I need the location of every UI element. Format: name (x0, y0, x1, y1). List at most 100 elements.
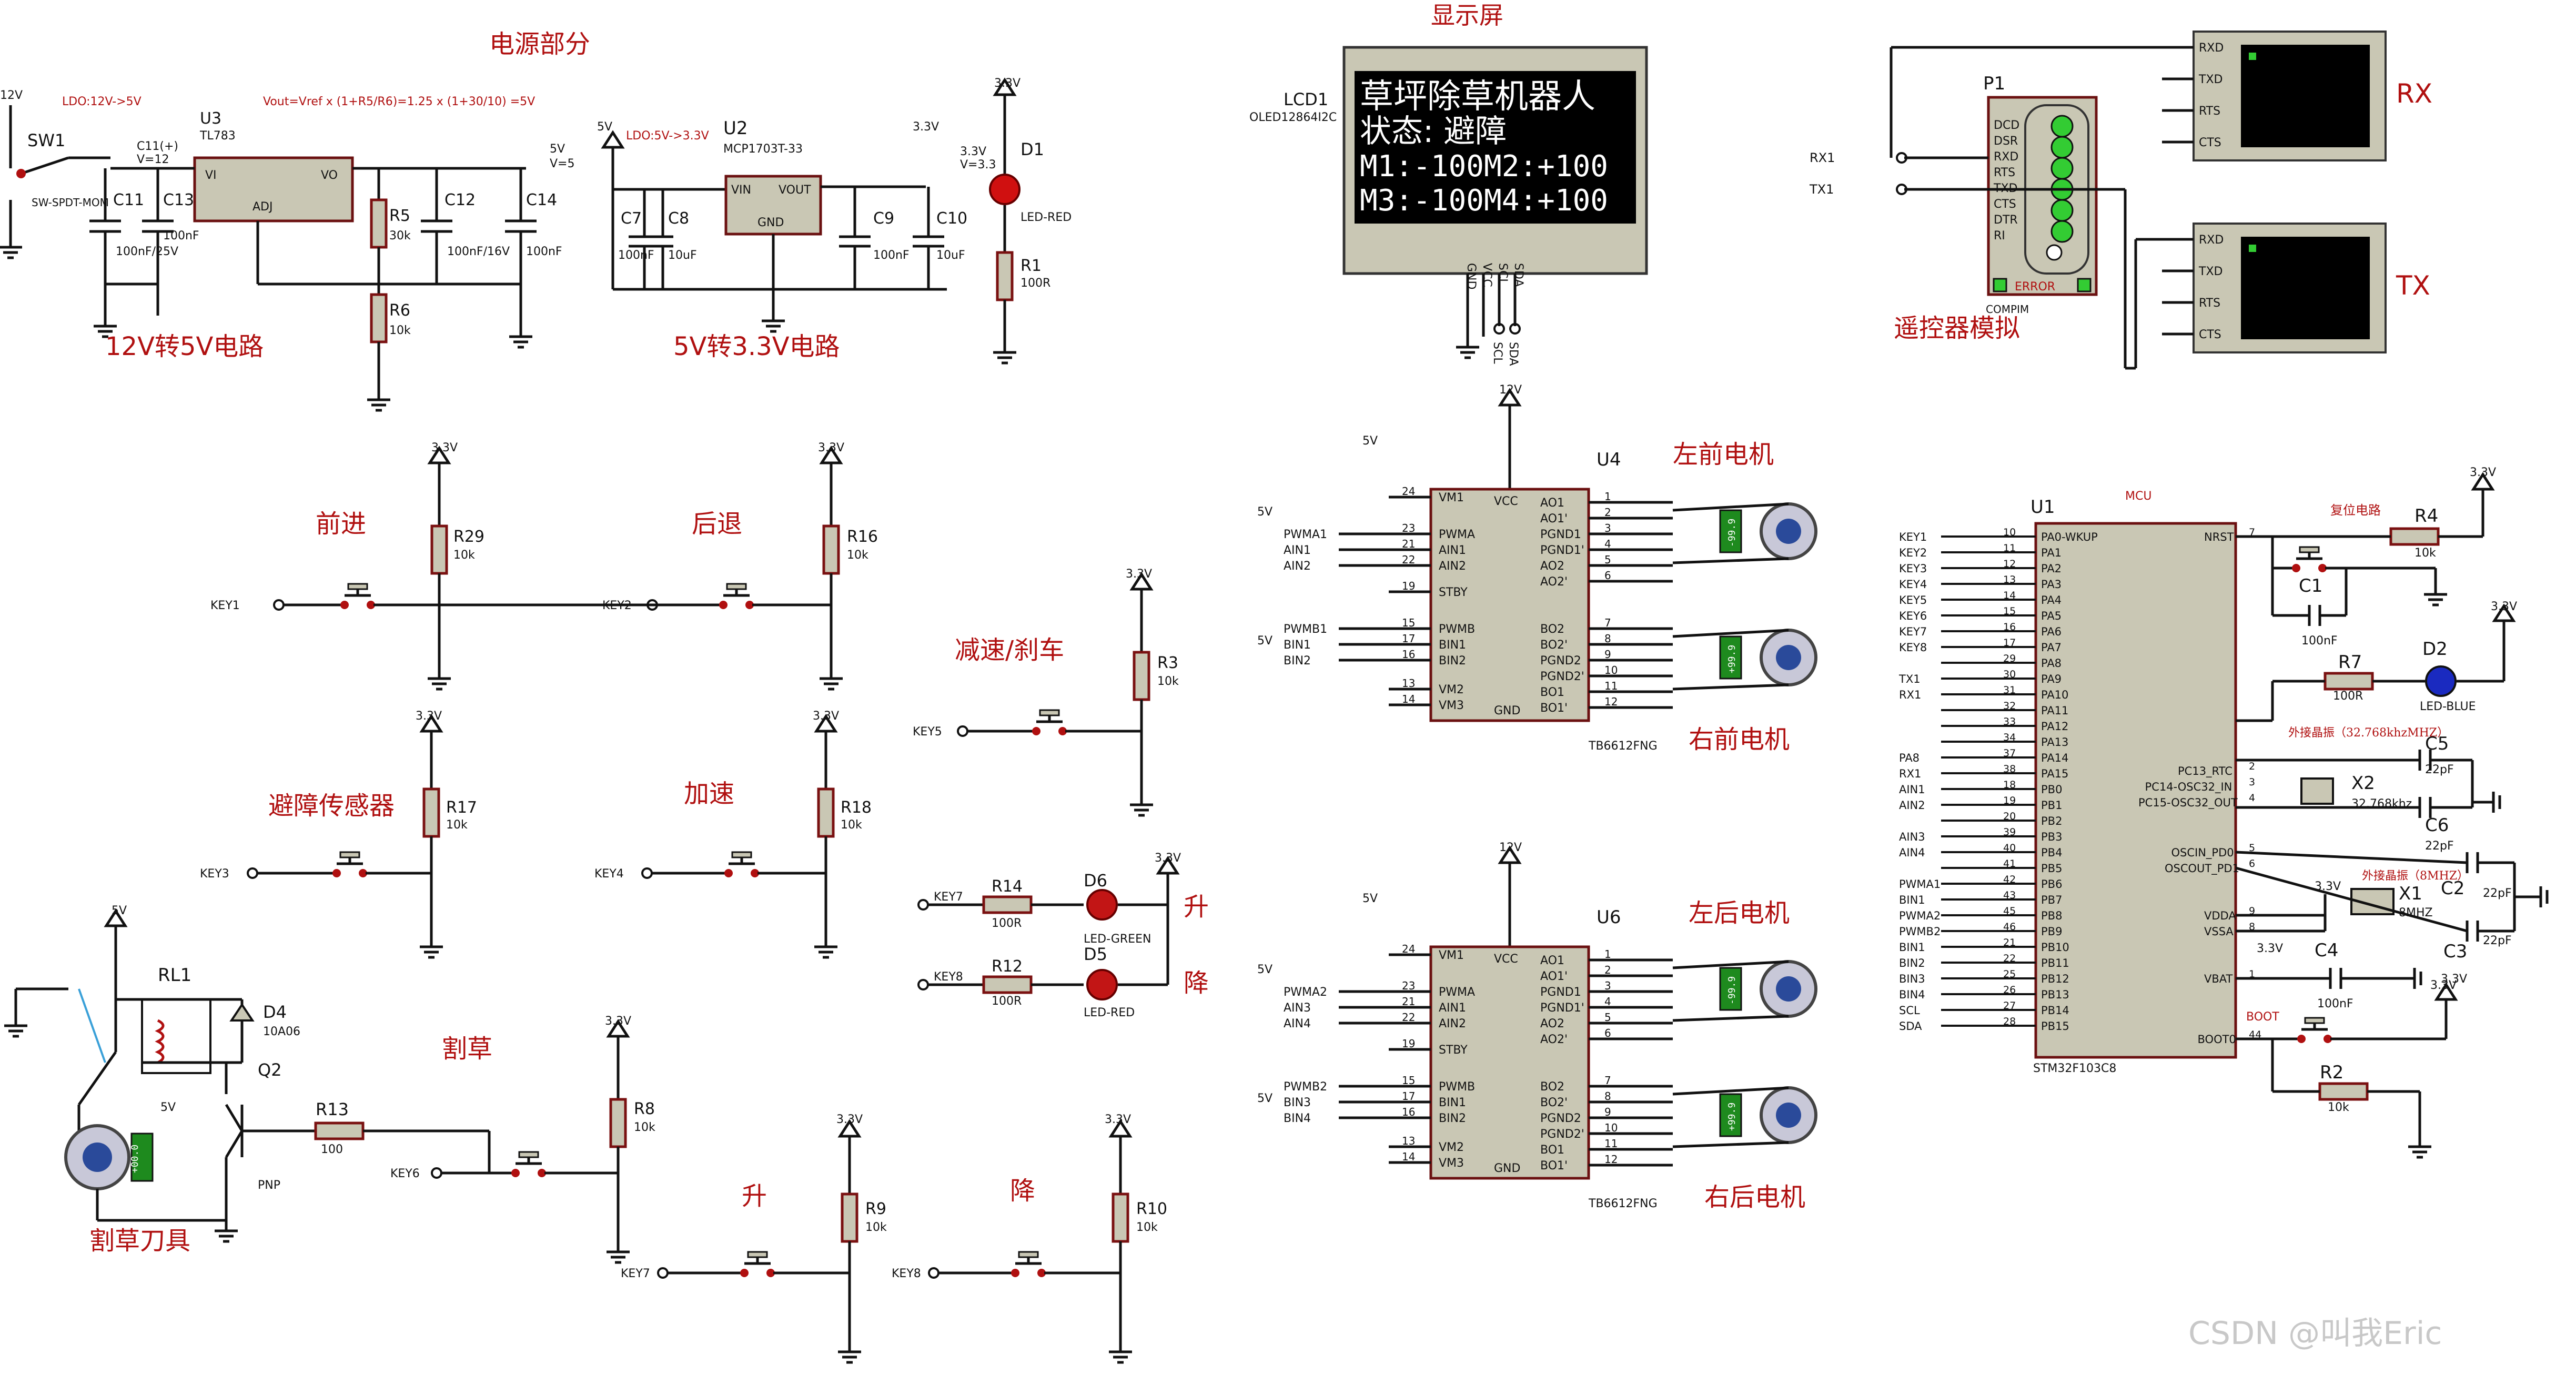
label-lower: 降 (1010, 1176, 1035, 1206)
c12-ref: C12 (445, 191, 476, 209)
key3-button[interactable] (313, 852, 387, 877)
u6-pinnum: 2 (1604, 964, 1611, 976)
c12-val: 100nF/16V (447, 245, 510, 258)
u6-pinnum: 16 (1402, 1106, 1415, 1118)
u4-v5: 5V (1257, 505, 1272, 519)
c14-ref: C14 (526, 191, 557, 209)
mcu-pinnum: 3 (2249, 776, 2255, 788)
v5-label-2: 5V (597, 120, 612, 134)
u3-ref: U3 (200, 109, 221, 128)
ldo-label-5v: LDO:5V->3.3V (626, 129, 709, 143)
q2-type: PNP (258, 1179, 280, 1192)
key6-button[interactable] (492, 1152, 565, 1177)
u6-pin-pgnd2: PGND2 (1540, 1112, 1581, 1125)
schematic-svg: 电源部分 LDO:12V->5V Vout=Vref x (1+R5/R6)=1… (0, 1, 2549, 1375)
c4-val: 100nF (2317, 997, 2353, 1010)
r18-val: 10k (841, 818, 862, 832)
mcu-net-ain1: AIN1 (1899, 783, 1925, 796)
sw1-lever[interactable] (21, 156, 69, 175)
u6-pinnum: 9 (1604, 1106, 1611, 1118)
compim-dsr: DSR (1994, 135, 2018, 148)
u3-vo: VO (321, 169, 338, 182)
u6-pinnum: 21 (1402, 995, 1415, 1008)
u4-pinnum: 24 (1402, 485, 1415, 498)
u4-v5c: 5V (1362, 434, 1378, 448)
mcu-net-key6: KEY6 (1899, 610, 1927, 622)
u3-part: TL783 (199, 129, 236, 143)
mcu-part: STM32F103C8 (2033, 1062, 2116, 1075)
u4-pinnum: 21 (1402, 538, 1415, 550)
u4-pin-ao2: AO2 (1540, 560, 1564, 573)
c14-val: 100nF (526, 245, 562, 258)
mcu-net-pwmb2: PWMB2 (1899, 925, 1941, 938)
mcu-net-rx1: RX1 (1899, 689, 1921, 701)
u6-pinnum: 6 (1604, 1027, 1611, 1039)
c6-val: 22pF (2425, 840, 2454, 853)
boot-button[interactable] (2278, 1018, 2351, 1043)
mcu-pin-pb15: PB15 (2041, 1020, 2069, 1033)
label-left-rear: 左后电机 (1689, 898, 1790, 928)
u4-pinnum: 3 (1604, 522, 1611, 534)
key2-button[interactable] (700, 584, 773, 609)
mcu-pin-pc14-osc32_in: PC14-OSC32_IN (2145, 781, 2232, 794)
mcu-pin-pb11: PB11 (2041, 957, 2069, 969)
watermark: CSDN @叫我Eric (2188, 1315, 2442, 1352)
u4-net-ain1: AIN1 (1284, 544, 1311, 557)
mcu-pin-pb1: PB1 (2041, 799, 2062, 812)
u6-pinnum: 17 (1402, 1090, 1415, 1103)
r17-resistor (424, 789, 439, 836)
rx-term-cts: CTS (2199, 136, 2221, 149)
u6-pinnum: 4 (1604, 995, 1611, 1008)
u6-pinnum: 19 (1402, 1037, 1415, 1050)
u6-pinnum: 15 (1402, 1074, 1415, 1087)
u4-net-ain2: AIN2 (1284, 560, 1311, 573)
u4-v5b: 5V (1257, 634, 1272, 648)
x1-ref: X1 (2399, 883, 2422, 904)
mcu-pin-oscin_pd0: OSCIN_PD0 (2171, 846, 2234, 860)
u4-pinnum: 4 (1604, 538, 1611, 550)
label-obstacle: 避障传感器 (268, 791, 395, 821)
mcu-pin-pb13: PB13 (2041, 988, 2069, 1001)
mcu-pinnum: 2 (2249, 761, 2255, 772)
relay-contact (78, 988, 106, 1063)
compim-dcd: DCD (1994, 119, 2019, 132)
r3-resistor (1134, 652, 1149, 700)
u2-ref: U2 (723, 118, 748, 139)
cutter-motor-value: +00.0 (129, 1145, 140, 1173)
key7-button[interactable] (721, 1252, 794, 1277)
u4-pinnum: 13 (1402, 677, 1415, 690)
u6-net-bin4: BIN4 (1284, 1112, 1311, 1125)
mcu-title: MCU (2125, 490, 2151, 503)
mcu-net-sda: SDA (1899, 1020, 1922, 1033)
u4-pin-stby: STBY (1439, 586, 1468, 599)
u4-pinnum: 2 (1604, 506, 1611, 519)
u4-net-pwma1: PWMA1 (1284, 528, 1327, 541)
mcu-pin-pa4: PA4 (2041, 594, 2062, 606)
u4-pin-ao1: AO1 (1540, 497, 1564, 510)
r12-val: 100R (992, 995, 1022, 1008)
mcu-pin-pb6: PB6 (2041, 878, 2062, 891)
r10-resistor (1113, 1194, 1128, 1241)
key4-button[interactable] (705, 852, 779, 877)
u6-pinnum: 11 (1604, 1137, 1618, 1150)
mcu-pin-oscout_pd1: OSCOUT_PD1 (2165, 862, 2239, 875)
mcu-pin-pa2: PA2 (2041, 562, 2062, 575)
reset-button[interactable] (2272, 547, 2346, 572)
key5-button[interactable] (1013, 710, 1086, 735)
u6-ref: U6 (1597, 907, 1621, 928)
compim-ri: RI (1994, 229, 2005, 242)
key1-button[interactable] (321, 584, 395, 609)
u4-pinnum: 6 (1604, 569, 1611, 582)
oled-line-1: 草坪除草机器人 (1360, 77, 1595, 116)
mcu-pin-pa11: PA11 (2041, 704, 2068, 717)
mcu-net-ain2: AIN2 (1899, 799, 1925, 812)
display-section-title: 显示屏 (1431, 1, 1503, 29)
label-right-front: 右前电机 (1689, 725, 1790, 754)
mcu-pin-pa10: PA10 (2041, 689, 2068, 701)
vbat-vcc: 3.3V (2257, 942, 2283, 955)
r14-resistor (982, 895, 1033, 914)
p1-ref: P1 (1983, 73, 2005, 94)
c8-ref: C8 (668, 209, 689, 228)
reset-label: 复位电路 (2330, 503, 2381, 518)
key8-button[interactable] (992, 1252, 1065, 1277)
